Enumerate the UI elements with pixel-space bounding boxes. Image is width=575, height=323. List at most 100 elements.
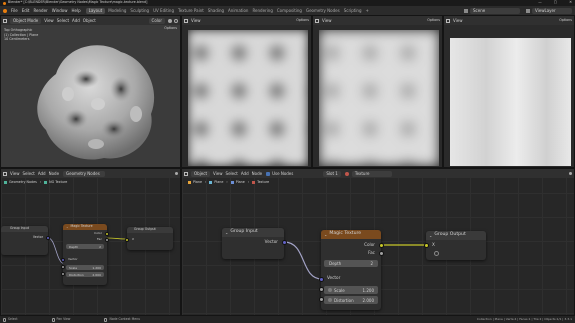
status-bar: Select Pan View Node Context Menu Collec…	[0, 316, 575, 323]
collapse-icon[interactable]: ⌄	[66, 225, 69, 229]
image-editor-3-view-menu[interactable]: View	[453, 18, 463, 23]
magic-texture-preview-3	[450, 38, 571, 166]
menu-render[interactable]: Render	[33, 8, 47, 13]
image-editor-1[interactable]: View Options	[181, 15, 312, 168]
image-editor-icon[interactable]	[446, 18, 450, 23]
minimize-button[interactable]: —	[538, 1, 542, 5]
x-input-socket[interactable]	[423, 243, 429, 248]
menu-edit[interactable]: Edit	[22, 8, 30, 13]
scale-field[interactable]: Scale 1.200	[66, 265, 104, 271]
scale-input-socket[interactable]	[318, 287, 324, 292]
scene-selector[interactable]: Scene	[470, 7, 520, 14]
distortion-field[interactable]: Distortion 2.000	[66, 272, 104, 278]
viewport-menu-object[interactable]: Object	[83, 18, 96, 23]
menu-window[interactable]: Window	[52, 8, 68, 13]
distortion-input-socket[interactable]	[318, 297, 324, 302]
tab-layout[interactable]: Layout	[85, 7, 106, 14]
distortion-keyframe-dot	[328, 298, 332, 303]
maximize-button[interactable]: ▢	[554, 1, 557, 5]
right-node-editor[interactable]: Object View Select Add Node Use Nodes Sl…	[181, 168, 575, 316]
tab-modeling[interactable]: Modeling	[108, 8, 126, 13]
vector-input-socket[interactable]	[61, 258, 65, 262]
image-editor-2-options[interactable]: Options	[427, 18, 440, 22]
scale-input-socket[interactable]	[61, 265, 65, 269]
collapse-icon[interactable]: ⌄	[429, 233, 432, 238]
image-editor-3-options[interactable]: Options	[559, 18, 572, 22]
right-magic-texture-node[interactable]: ⌄ Magic Texture Color Fac Depth 2 Vector…	[318, 230, 384, 310]
left-magic-texture-node[interactable]: ⌄ Magic Texture Color Fac Depth 2 Vector…	[61, 224, 109, 285]
blender-menu-icon[interactable]	[3, 8, 7, 13]
right-group-output-node[interactable]: ⌄ Group Output X	[423, 231, 486, 260]
tab-sculpting[interactable]: Sculpting	[130, 8, 149, 13]
node-header: Group Output	[127, 227, 173, 233]
node-header: ⌄ Group Input	[222, 228, 284, 237]
socket-label: Vector	[264, 239, 278, 244]
node-title: Group Input	[230, 229, 258, 235]
image-editor-icon[interactable]	[184, 18, 188, 23]
tab-texture-paint[interactable]: Texture Paint	[178, 8, 204, 13]
image-editor-2-view-menu[interactable]: View	[322, 18, 332, 23]
color-output-socket[interactable]	[105, 232, 109, 236]
image-editor-1-options[interactable]: Options	[296, 18, 309, 22]
tab-rendering[interactable]: Rendering	[252, 8, 272, 13]
fac-output-socket[interactable]	[105, 238, 109, 242]
scene-icon	[464, 8, 468, 13]
collapse-icon[interactable]: ⌄	[324, 232, 327, 237]
image-editor-2[interactable]: View Options	[312, 15, 443, 168]
left-group-input-node[interactable]: Group Input Vector	[1, 226, 50, 255]
node-header: ⌄ Magic Texture	[63, 224, 107, 230]
socket-label: Fac	[97, 237, 102, 241]
viewport-menu-add[interactable]: Add	[72, 18, 80, 23]
tab-animation[interactable]: Animation	[228, 8, 248, 13]
x-input-socket[interactable]	[125, 238, 129, 242]
tab-compositing[interactable]: Compositing	[277, 8, 302, 13]
vector-input-socket[interactable]	[318, 277, 324, 282]
image-editor-3-header: View Options	[444, 16, 574, 25]
shading-color-dropdown[interactable]: Color	[148, 17, 165, 24]
node-title: Magic Texture	[329, 231, 362, 237]
vector-socket[interactable]	[46, 236, 50, 240]
fac-output-socket[interactable]	[378, 251, 384, 256]
view-layer-selector[interactable]: ViewLayer	[532, 7, 572, 14]
magic-texture-preview-2	[319, 30, 439, 166]
editor-type-3d-icon[interactable]	[3, 18, 7, 23]
collapse-icon[interactable]: ⌄	[225, 230, 228, 235]
left-group-output-node[interactable]: Group Output X	[125, 227, 173, 250]
right-group-input-node[interactable]: ⌄ Group Input Vector	[222, 228, 287, 259]
empty-input-socket[interactable]	[434, 251, 439, 256]
image-editor-1-view-menu[interactable]: View	[191, 18, 201, 23]
menu-file[interactable]: File	[11, 8, 18, 13]
node-header: ⌄ Group Output	[426, 231, 486, 240]
scene-statistics: Collection | Plane | Verts:4 | Faces:1 |…	[476, 317, 572, 321]
tab-geometry-nodes[interactable]: Geometry Nodes	[306, 8, 340, 13]
add-workspace-button[interactable]: +	[366, 8, 369, 13]
viewport-menu-view[interactable]: View	[44, 18, 54, 23]
color-output-socket[interactable]	[378, 243, 384, 248]
tab-shading[interactable]: Shading	[208, 8, 224, 13]
tab-uv-editing[interactable]: UV Editing	[153, 8, 174, 13]
node-title: Magic Texture	[70, 224, 93, 229]
distortion-field[interactable]: Distortion 2.000	[324, 296, 378, 305]
viewport-3d[interactable]: Object Mode View Select Add Object Color…	[0, 15, 181, 168]
viewport-shading-icon[interactable]	[168, 18, 172, 23]
depth-field[interactable]: Depth 2	[66, 244, 104, 250]
depth-field[interactable]: Depth 2	[324, 260, 378, 268]
left-node-editor[interactable]: View Select Add Node Geometry Nodes Geom…	[0, 168, 181, 316]
object-mode-dropdown[interactable]: Object Mode	[10, 17, 42, 24]
displaced-mesh-object[interactable]	[26, 34, 166, 168]
viewport-options-button[interactable]: Options	[164, 26, 177, 30]
vector-socket[interactable]	[281, 240, 287, 245]
status-hint-select: Select	[8, 316, 18, 321]
image-editor-icon[interactable]	[315, 18, 319, 23]
close-window-button[interactable]: ✕	[569, 1, 572, 5]
distortion-input-socket[interactable]	[61, 272, 65, 276]
node-title: Group Output	[434, 232, 466, 238]
menu-help[interactable]: Help	[71, 8, 80, 13]
scale-field[interactable]: Scale 1.200	[324, 286, 378, 295]
view-name-text: Top Orthographic	[4, 28, 33, 32]
viewport-header: Object Mode View Select Add Object Color	[1, 16, 180, 25]
viewport-menu-select[interactable]: Select	[57, 18, 69, 23]
tab-scripting[interactable]: Scripting	[344, 8, 362, 13]
overlay-icon[interactable]	[174, 18, 178, 23]
image-editor-3[interactable]: View Options	[443, 15, 575, 168]
